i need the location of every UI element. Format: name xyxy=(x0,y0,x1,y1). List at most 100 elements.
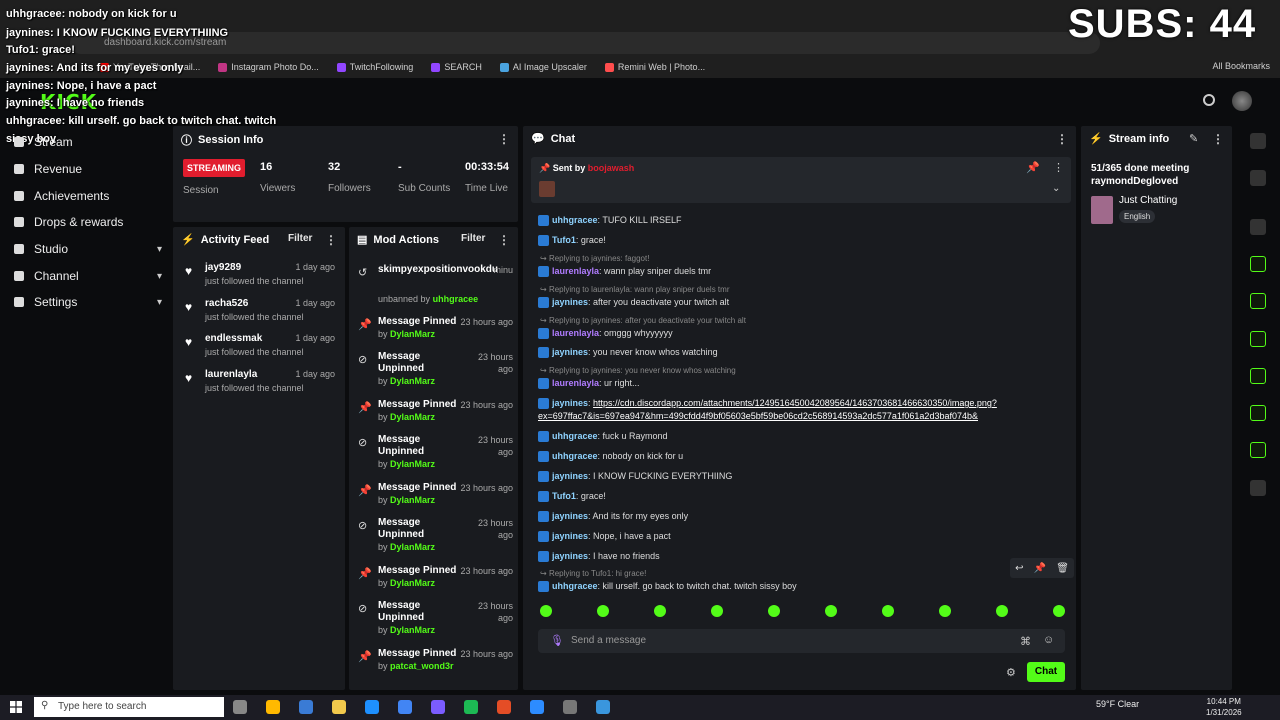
bookmark-item[interactable]: AI Image Upscaler xyxy=(499,62,587,72)
chevron-down-icon[interactable]: ⌄ xyxy=(1052,183,1060,194)
sidebar-item-studio[interactable]: Studio ▾ xyxy=(14,242,162,256)
chat-username[interactable]: laurenlayla xyxy=(552,378,599,388)
activity-name[interactable]: jay9289 xyxy=(205,262,241,273)
sidebar-item-achievements[interactable]: Achievements xyxy=(14,189,162,203)
sidebar-item-channel[interactable]: Channel ▾ xyxy=(14,269,162,283)
chat-bubble-icon[interactable] xyxy=(1250,331,1266,347)
lightning-icon[interactable] xyxy=(1250,256,1266,272)
chat-message[interactable]: laurenlayla: ur right... xyxy=(538,378,640,390)
chat-menu-icon[interactable]: ⋮ xyxy=(1056,132,1068,146)
app-icon[interactable] xyxy=(530,700,544,714)
emote-icon[interactable] xyxy=(654,605,666,617)
chat-message[interactable]: jaynines: https://cdn.discordapp.com/att… xyxy=(538,398,997,410)
bookmark-item[interactable]: SEARCH xyxy=(431,62,482,72)
emote-icon[interactable] xyxy=(768,605,780,617)
pinned-user[interactable]: boojawash xyxy=(588,163,635,173)
chat-message[interactable]: uhhgracee: TUFO KILL IRSELF xyxy=(538,215,682,227)
chat-username[interactable]: jaynines xyxy=(552,551,588,561)
chat-message[interactable]: jaynines: Nope, i have a pact xyxy=(538,531,671,543)
mod-by-user[interactable]: DylanMarz xyxy=(390,542,435,552)
document-icon[interactable] xyxy=(1250,293,1266,309)
mod-by-user[interactable]: DylanMarz xyxy=(390,459,435,469)
windows-start-icon[interactable] xyxy=(10,701,22,713)
chat-settings-icon[interactable]: ⚙ xyxy=(1006,666,1016,679)
file-explorer-icon[interactable] xyxy=(332,700,346,714)
chat-message[interactable]: ex=697ffac7&is=697ea947&hm=499cfdd4f9bf0… xyxy=(538,411,978,421)
mod-menu-icon[interactable]: ⋮ xyxy=(498,233,510,247)
store-icon[interactable] xyxy=(299,700,313,714)
bookmark-item[interactable]: Instagram Photo Do... xyxy=(218,62,319,72)
share-icon[interactable] xyxy=(1250,480,1266,496)
unpin-icon[interactable]: 📌 xyxy=(1026,161,1040,174)
emote-icon[interactable] xyxy=(825,605,837,617)
chat-username[interactable]: jaynines xyxy=(552,511,588,521)
activity-name[interactable]: laurenlayla xyxy=(205,369,257,380)
activity-item[interactable]: ♥ endlessmak just followed the channel 1 da… xyxy=(185,333,335,363)
chat-username[interactable]: jaynines xyxy=(552,398,588,408)
edit-icon[interactable] xyxy=(1250,170,1266,186)
chat-message[interactable]: jaynines: I KNOW FUCKING EVERYTHIING xyxy=(538,471,732,483)
taskbar-clock[interactable]: 10:44 PM 1/31/2026 xyxy=(1206,696,1242,718)
all-bookmarks[interactable]: All Bookmarks xyxy=(1212,61,1270,71)
chat-username[interactable]: jaynines xyxy=(552,347,588,357)
command-icon[interactable]: ⌘ xyxy=(1020,635,1031,648)
mic-icon[interactable]: 🎙 xyxy=(550,634,564,647)
emote-icon[interactable] xyxy=(597,605,609,617)
activity-item[interactable]: ♥ laurenlayla just followed the channel 1 d… xyxy=(185,369,335,399)
chat-message[interactable]: uhhgracee: nobody on kick for u xyxy=(538,451,683,463)
weather[interactable]: 59°F Clear xyxy=(1096,699,1139,709)
wrench-icon[interactable] xyxy=(1250,442,1266,458)
chrome-icon[interactable] xyxy=(497,700,511,714)
mod-by-user[interactable]: DylanMarz xyxy=(390,376,435,386)
chat-username[interactable]: jaynines xyxy=(552,471,588,481)
printer-icon[interactable] xyxy=(1250,405,1266,421)
chat-message[interactable]: laurenlayla: omggg whyyyyyy xyxy=(538,328,673,340)
activity-menu-icon[interactable]: ⋮ xyxy=(325,233,337,247)
chat-username[interactable]: laurenlayla xyxy=(552,266,599,276)
mod-by-user[interactable]: DylanMarz xyxy=(390,625,435,635)
pin-message-icon[interactable]: 📌 xyxy=(1034,563,1046,574)
chat-username[interactable]: Tufo1 xyxy=(552,235,576,245)
broadcast-icon[interactable] xyxy=(1250,368,1266,384)
chat-username[interactable]: uhhgracee xyxy=(552,581,598,591)
camera-icon[interactable] xyxy=(1250,219,1266,235)
mod-by-user[interactable]: DylanMarz xyxy=(390,578,435,588)
activity-name[interactable]: racha526 xyxy=(205,298,248,309)
chat-username[interactable]: laurenlayla xyxy=(552,328,599,338)
chat-message[interactable]: jaynines: And its for my eyes only xyxy=(538,511,688,523)
chrome-icon[interactable] xyxy=(398,700,412,714)
chat-message[interactable]: jaynines: I have no friends xyxy=(538,551,660,563)
bookmark-item[interactable]: Remini Web | Photo... xyxy=(604,62,705,72)
activity-item[interactable]: ♥ jay9289 just followed the channel 1 day a… xyxy=(185,262,335,292)
activity-name[interactable]: endlessmak xyxy=(205,333,262,344)
mod-by-user[interactable]: DylanMarz xyxy=(390,329,435,339)
chat-message[interactable]: laurenlayla: wann play sniper duels tmr xyxy=(538,266,711,278)
sidebar-item-revenue[interactable]: Revenue xyxy=(14,162,162,176)
emote-icon[interactable] xyxy=(996,605,1008,617)
stream-info-menu-icon[interactable]: ⋮ xyxy=(1212,132,1224,146)
chat-message[interactable]: uhhgracee: kill urself. go back to twitc… xyxy=(538,581,797,593)
sidebar-item-drops[interactable]: Drops & rewards xyxy=(14,215,162,229)
mod-filter-button[interactable]: Filter xyxy=(461,233,485,244)
copilot-icon[interactable] xyxy=(266,700,280,714)
emote-icon[interactable] xyxy=(540,605,552,617)
user-avatar[interactable] xyxy=(1232,91,1252,111)
sidebar-item-stream[interactable]: Stream xyxy=(14,135,162,149)
chevron-down-icon[interactable]: ▾ xyxy=(157,297,162,308)
taskbar-search[interactable]: ⚲ Type here to search xyxy=(34,697,224,717)
chat-username[interactable]: uhhgracee xyxy=(552,431,598,441)
session-menu-icon[interactable]: ⋮ xyxy=(498,132,510,146)
mod-first-by[interactable]: uhhgracee xyxy=(433,294,479,304)
chat-username[interactable]: jaynines xyxy=(552,297,588,307)
edit-icon[interactable]: ✎ xyxy=(1189,132,1198,145)
sidebar-item-settings[interactable]: Settings ▾ xyxy=(14,295,162,309)
pinned-message[interactable]: 📌 Sent by boojawash 📌 ⋮ ⌄ xyxy=(531,157,1071,203)
emote-icon[interactable] xyxy=(1053,605,1065,617)
emoji-icon[interactable]: ☺ xyxy=(1043,634,1054,646)
mod-by-user[interactable]: DylanMarz xyxy=(390,412,435,422)
chat-username[interactable]: uhhgracee xyxy=(552,215,598,225)
obs-icon[interactable] xyxy=(431,700,445,714)
mod-by-user[interactable]: DylanMarz xyxy=(390,495,435,505)
pinned-menu-icon[interactable]: ⋮ xyxy=(1053,161,1064,174)
app-icon[interactable] xyxy=(563,700,577,714)
